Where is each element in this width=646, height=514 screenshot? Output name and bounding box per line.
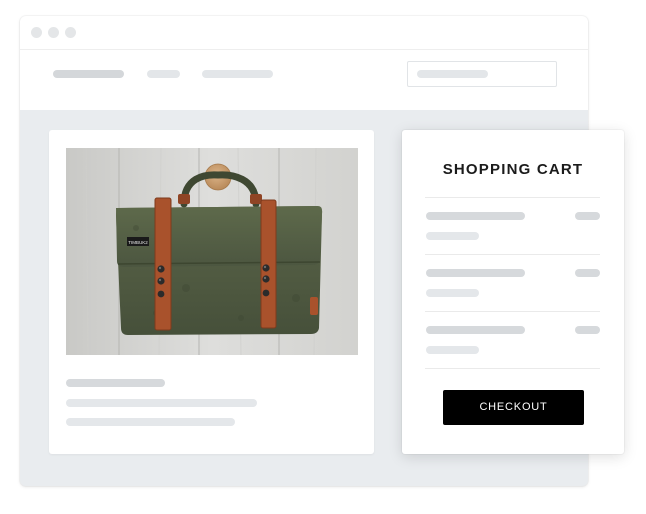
cart-item[interactable] — [402, 255, 624, 311]
messenger-bag-image: TIMBUK2 — [66, 148, 358, 355]
shopping-cart-panel: SHOPPING CART CHECKOUT — [402, 130, 624, 454]
cart-item-detail-placeholder — [426, 346, 479, 354]
cart-item-detail-placeholder — [426, 232, 479, 240]
cart-item-price-placeholder — [575, 212, 600, 220]
search-placeholder — [417, 70, 488, 78]
product-description-placeholder — [66, 418, 235, 426]
site-header — [20, 50, 588, 110]
cart-item-price-placeholder — [575, 326, 600, 334]
brand-tag: TIMBUK2 — [128, 240, 148, 245]
search-input[interactable] — [407, 61, 557, 87]
browser-titlebar — [20, 16, 588, 50]
cart-divider — [425, 368, 600, 369]
product-title-placeholder — [66, 379, 165, 387]
cart-item-name-placeholder — [426, 212, 525, 220]
page: TIMBUK2 SHOPPING CART CHECKOUT — [0, 0, 646, 514]
cart-item-name-placeholder — [426, 326, 525, 334]
product-description-placeholder — [66, 399, 257, 407]
cart-item-detail-placeholder — [426, 289, 479, 297]
cart-item[interactable] — [402, 198, 624, 254]
checkout-button[interactable]: CHECKOUT — [443, 390, 584, 425]
cart-item[interactable] — [402, 312, 624, 368]
cart-item-price-placeholder — [575, 269, 600, 277]
window-maximize-dot[interactable] — [65, 27, 76, 38]
window-close-dot[interactable] — [31, 27, 42, 38]
cart-title: SHOPPING CART — [442, 161, 584, 178]
product-card: TIMBUK2 — [49, 130, 374, 454]
logo-placeholder[interactable] — [53, 70, 124, 78]
product-image[interactable]: TIMBUK2 — [66, 148, 358, 355]
window-minimize-dot[interactable] — [48, 27, 59, 38]
cart-item-name-placeholder — [426, 269, 525, 277]
nav-link-placeholder[interactable] — [202, 70, 273, 78]
nav-link-placeholder[interactable] — [147, 70, 180, 78]
